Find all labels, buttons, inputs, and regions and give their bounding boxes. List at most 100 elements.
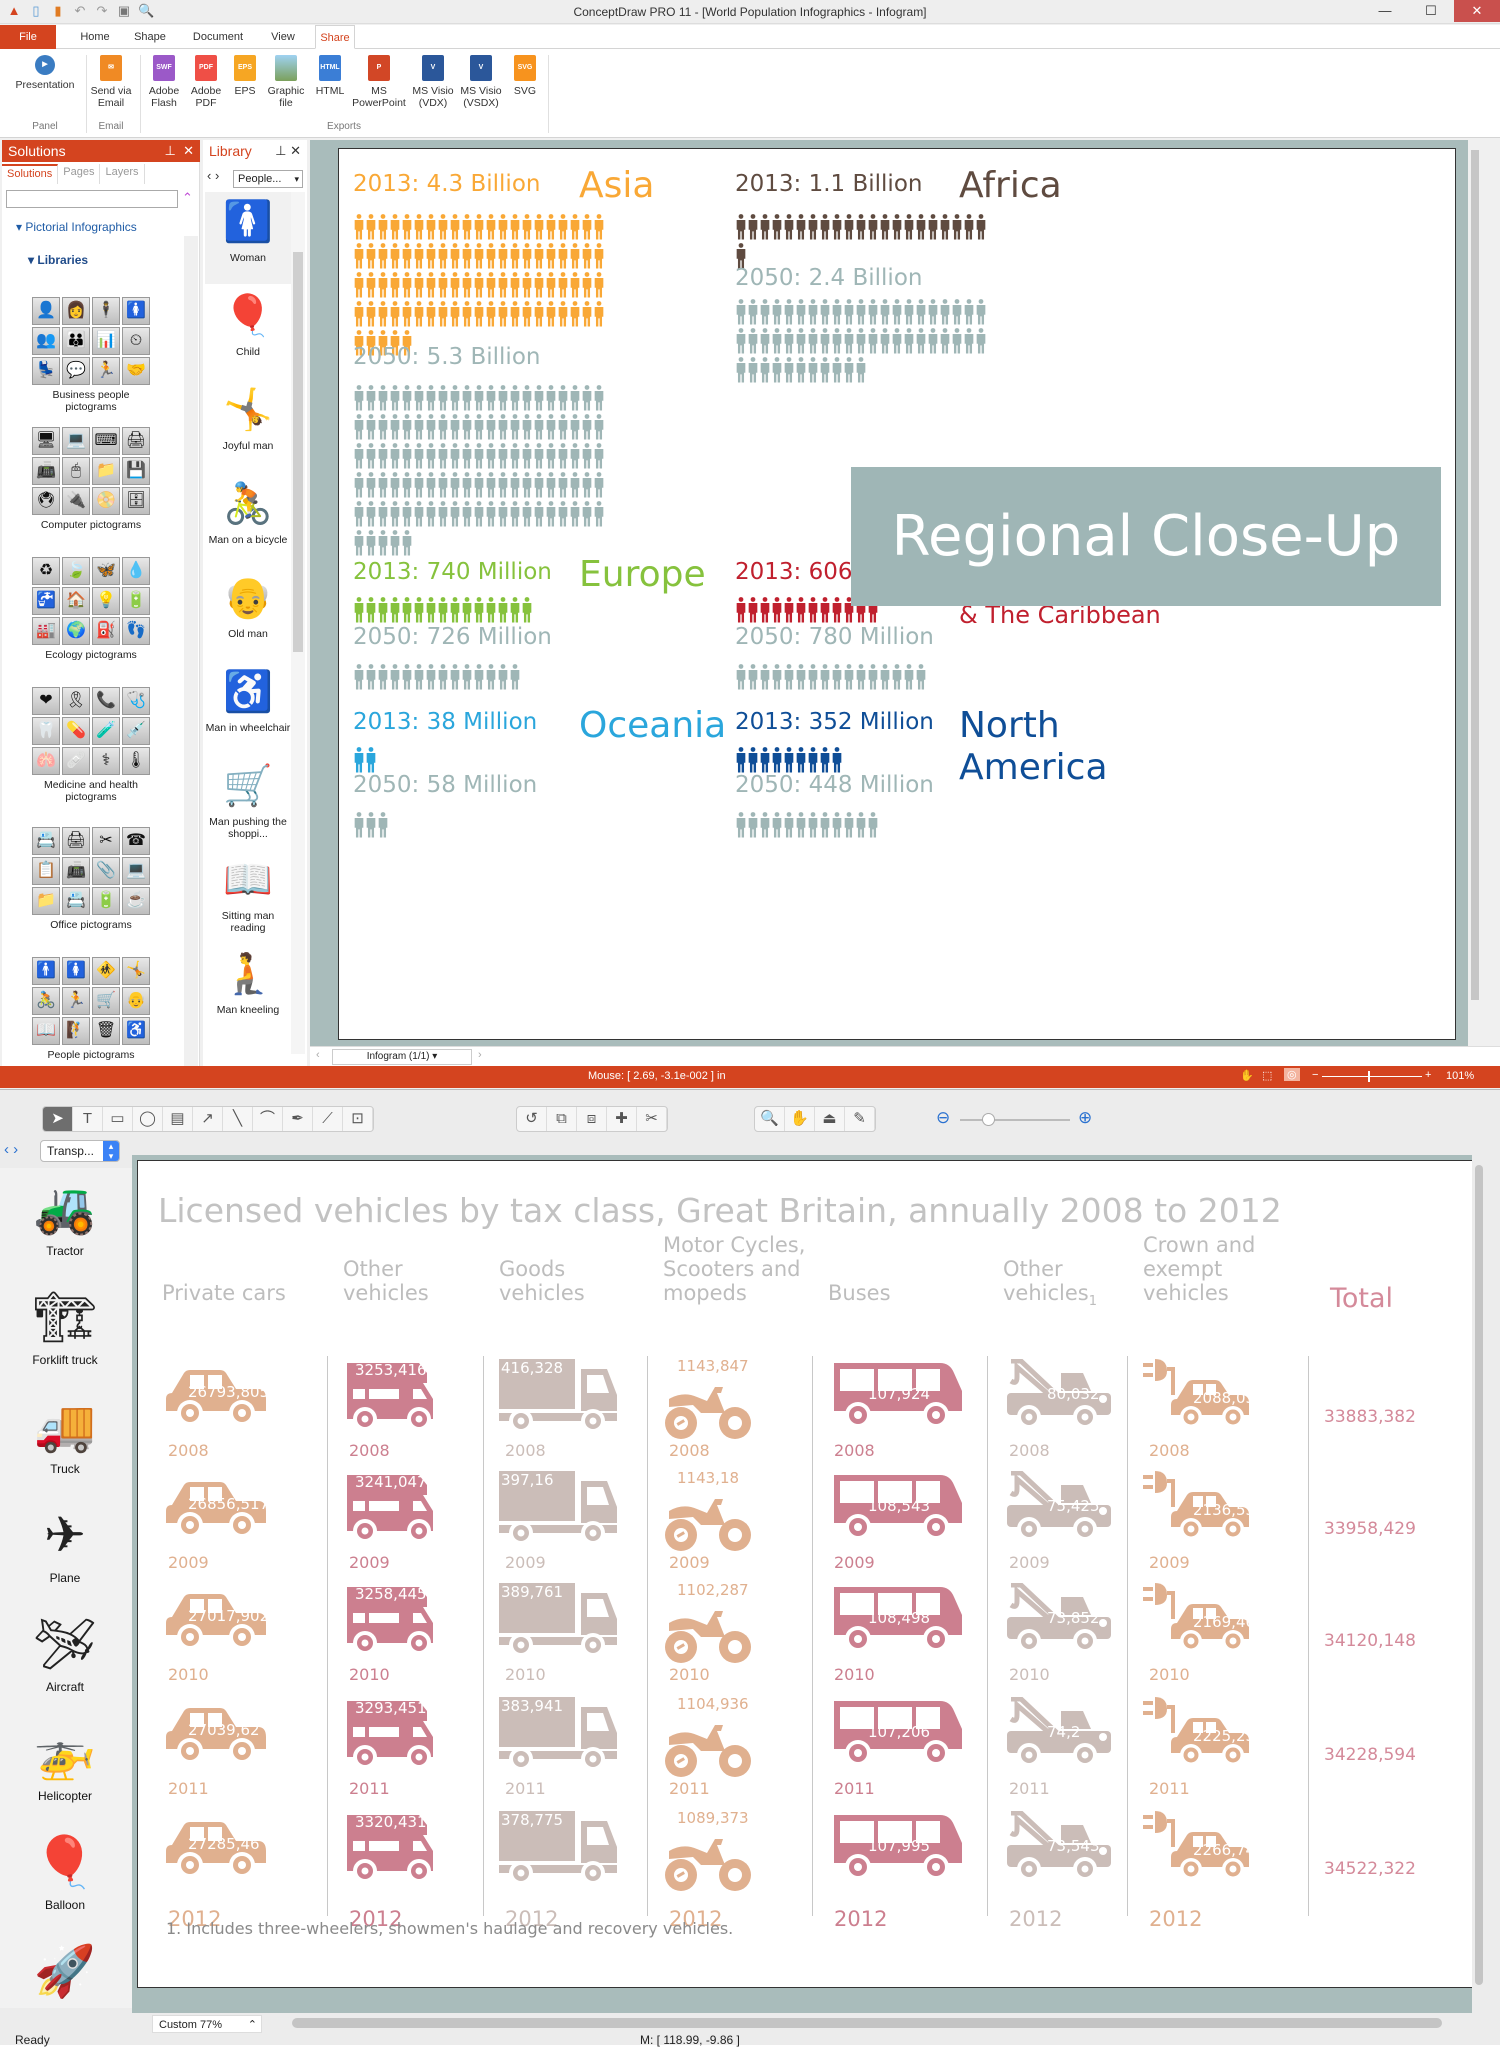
eyedropper-icon[interactable]: ✎ [845, 1107, 875, 1131]
library-item[interactable]: 🎈 Child [205, 286, 291, 378]
canvas-vertical-scrollbar[interactable] [1472, 1155, 1486, 2013]
tab-layers[interactable]: Layers [100, 164, 145, 184]
next-page-icon[interactable]: › [478, 1049, 482, 1061]
forward-arrow-icon[interactable]: › [215, 168, 219, 183]
solutions-scrollbar[interactable] [184, 236, 198, 1066]
library-group[interactable]: 📇 🖨 ✂ ☎ 📋 📠 📎 💻 📁 📇 🔋 ☕ Office pictograms [32, 827, 150, 931]
library-item[interactable]: 🤸 Joyful man [205, 380, 291, 472]
magnifier-icon[interactable]: 🔍 [755, 1107, 785, 1131]
canvas-horizontal-scrollbar[interactable]: ‹ Infogram (1/1) ▾ › [310, 1046, 1500, 1066]
tab-solutions[interactable]: Solutions [2, 164, 59, 184]
library-item[interactable]: 📖 Sitting man reading [205, 850, 291, 942]
ungroup-icon[interactable]: ⧈ [577, 1107, 607, 1131]
table-tool-icon[interactable]: ▤ [163, 1107, 193, 1131]
tab-pages[interactable]: Pages [58, 164, 101, 184]
close-panel-icon[interactable]: ✕ [183, 143, 194, 158]
hand-tool-icon[interactable]: ✋ [785, 1107, 815, 1131]
library-item[interactable]: 🏗 Forklift truck [0, 1281, 130, 1367]
library-item[interactable]: 🧎 Man kneeling [205, 944, 291, 1036]
canvas-vertical-scrollbar[interactable] [1468, 140, 1482, 1046]
library-scrollbar[interactable] [291, 192, 305, 1054]
pen-tool-icon[interactable]: ✒ [283, 1107, 313, 1131]
zoom-in-icon[interactable]: ⊕ [1078, 1108, 1092, 1128]
drawing-canvas[interactable]: 2013: 4.3 Billion 2050: 5.3 Billion Asia 20… [310, 140, 1482, 1046]
library-item[interactable]: 🛩 Aircraft [0, 1608, 130, 1694]
fit-page-icon[interactable]: ◎ [1284, 1068, 1300, 1081]
back-arrow-icon[interactable]: ‹ [207, 168, 211, 183]
insert-shape-icon[interactable]: ⊡ [343, 1107, 373, 1131]
solutions-search-input[interactable] [6, 190, 178, 208]
library-item[interactable]: 🚜 Tractor [0, 1172, 130, 1258]
eps-button[interactable]: EPS EPS [228, 55, 262, 97]
search-options-icon[interactable]: ⌃ [182, 190, 193, 206]
tree-item-pictorial-infographics[interactable]: ▾ Pictorial Infographics [16, 220, 137, 234]
library-item[interactable]: 🚁 Helicopter [0, 1717, 130, 1803]
adobe-flash-button[interactable]: SWF Adobe Flash [144, 55, 184, 109]
curve-tool-icon[interactable]: ↺ [517, 1107, 547, 1131]
ellipse-tool-icon[interactable]: ◯ [133, 1107, 163, 1131]
library-group[interactable]: ❤ 🎗 📞 🩺 🦷 💊 🧪 💉 🫁 🩹 ⚕ 🌡 Medicine and health pictogra… [32, 687, 150, 803]
presentation-button[interactable]: ▶ Presentation [10, 55, 80, 91]
tree-item-libraries[interactable]: ▾ Libraries [28, 253, 88, 267]
prev-page-icon[interactable]: ‹ [316, 1049, 320, 1061]
close-panel-icon[interactable]: ✕ [290, 143, 301, 158]
ms-visio-vdx-button[interactable]: V MS Visio (VDX) [410, 55, 456, 109]
zoom-out-icon[interactable]: ⊖ [936, 1108, 950, 1128]
scissors-icon[interactable]: ✂ [637, 1107, 667, 1131]
zoom-slider-thumb[interactable] [1368, 1071, 1370, 1082]
svg-button[interactable]: SVG SVG [508, 55, 542, 97]
close-button[interactable]: ✕ [1454, 0, 1500, 22]
pan-hand-icon[interactable]: ✋ [1240, 1069, 1254, 1082]
line-tool-icon[interactable]: ╲ [223, 1107, 253, 1131]
library-item[interactable]: 🚚 Truck [0, 1390, 130, 1476]
tab-document[interactable]: Document [182, 25, 254, 49]
library-item[interactable]: 🎈 Balloon [0, 1826, 130, 1912]
arrow-tool-icon[interactable]: ↗ [193, 1107, 223, 1131]
zoom-slider[interactable] [960, 1119, 1070, 1121]
graphic-file-button[interactable]: Graphic file [264, 55, 308, 109]
pin-icon[interactable]: ⊥ [165, 143, 176, 158]
tab-home[interactable]: Home [70, 25, 120, 49]
html-button[interactable]: HTML HTML [310, 55, 350, 97]
library-group[interactable]: 🖥 💻 ⌨ 🖨 📠 🖱 📁 💾 🖲 🔌 📀 🗄 Computer pictograms [32, 427, 150, 531]
library-select[interactable]: People... ▾ [233, 170, 303, 188]
library-group[interactable]: ♻ 🍃 🦋 💧 🚰 🏠 💡 🔋 🏭 🌍 ⛽ 👣 Ecology pictograms [32, 557, 150, 661]
library-item[interactable]: 🚴 Man on a bicycle [205, 474, 291, 566]
bezier-tool-icon[interactable]: ⟋ [313, 1107, 343, 1131]
ms-powerpoint-button[interactable]: P MS PowerPoint [350, 55, 408, 109]
pointer-tool-icon[interactable]: ➤ [43, 1107, 73, 1131]
pin-icon[interactable]: ⊥ [275, 143, 286, 158]
arc-tool-icon[interactable]: ⌒ [253, 1107, 283, 1131]
zoom-in-icon[interactable]: + [1425, 1069, 1431, 1081]
minimize-button[interactable]: — [1362, 0, 1408, 22]
rectangle-tool-icon[interactable]: ▭ [103, 1107, 133, 1131]
maximize-button[interactable]: ☐ [1408, 0, 1454, 22]
library-item[interactable]: 👴 Old man [205, 568, 291, 660]
library-group[interactable]: 🚹 🚺 🚸 🤸 🚴 🏃 🛒 👴 📖 🧗 🗑 ♿ People pictograms [32, 957, 150, 1061]
library-item[interactable]: ♿ Man in wheelchair [205, 662, 291, 754]
page-selector[interactable]: Infogram (1/1) ▾ [332, 1049, 472, 1065]
back-arrow-icon[interactable]: ‹ [4, 1141, 9, 1158]
text-tool-icon[interactable]: T [73, 1107, 103, 1131]
tab-file[interactable]: File [0, 25, 56, 49]
zoom-area-icon[interactable]: ⬚ [1262, 1069, 1272, 1082]
library-item[interactable]: 🛒 Man pushing the shoppi... [205, 756, 291, 848]
stamp-icon[interactable]: ⏏ [815, 1107, 845, 1131]
library-group[interactable]: 👤 👩 🕴 🚺 👥 👪 📊 ⏲ 💺 💬 🏃 🤝 Business people pictograms [32, 297, 150, 413]
add-point-icon[interactable]: ✚ [607, 1107, 637, 1131]
tab-view[interactable]: View [260, 25, 306, 49]
forward-arrow-icon[interactable]: › [13, 1141, 18, 1158]
drawing-canvas[interactable]: Licensed vehicles by tax class, Great Br… [132, 1155, 1486, 2013]
library-item[interactable]: 🚺 Woman [205, 192, 291, 284]
group-icon[interactable]: ⧉ [547, 1107, 577, 1131]
send-via-email-button[interactable]: ✉ Send via Email [88, 55, 134, 109]
adobe-pdf-button[interactable]: PDF Adobe PDF [186, 55, 226, 109]
tab-shape[interactable]: Shape [125, 25, 175, 49]
ms-visio-vsdx-button[interactable]: V MS Visio (VSDX) [458, 55, 504, 109]
zoom-out-icon[interactable]: − [1312, 1069, 1318, 1081]
zoom-slider[interactable] [1322, 1076, 1422, 1077]
library-item[interactable]: 🚀 [0, 1935, 130, 2007]
library-select[interactable]: Transp... ▴ ▾ [40, 1140, 120, 1162]
tab-share[interactable]: Share [315, 25, 355, 49]
zoom-slider-thumb[interactable] [982, 1113, 995, 1126]
